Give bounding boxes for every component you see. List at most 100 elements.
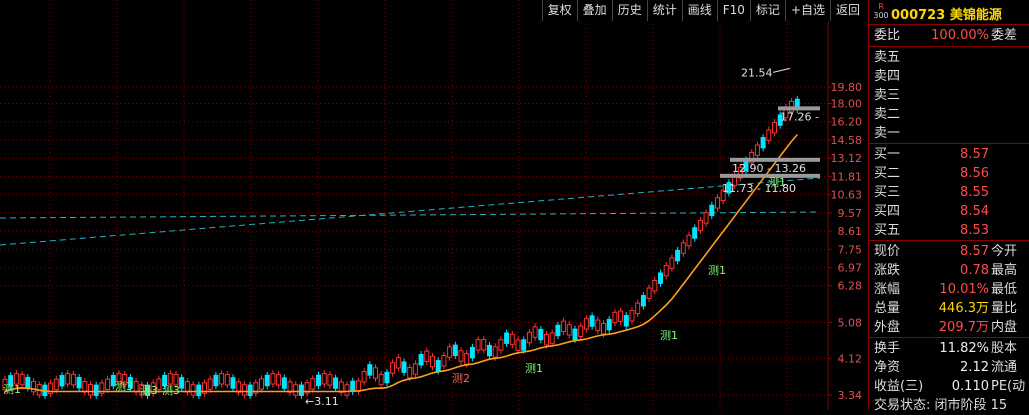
candle[interactable] [412, 360, 418, 378]
chart-tag[interactable]: 测3 [162, 384, 180, 397]
stock-title[interactable]: 000723 美锦能源 [891, 4, 1002, 23]
candle[interactable] [105, 375, 111, 394]
candle[interactable] [367, 361, 373, 379]
candle[interactable] [623, 312, 629, 330]
candle[interactable] [65, 370, 71, 388]
candle[interactable] [452, 341, 458, 360]
chart-tag[interactable]: 测1 [660, 329, 678, 342]
ask-row[interactable]: 卖四 [869, 67, 1029, 86]
candle[interactable] [196, 381, 202, 399]
candle[interactable] [333, 374, 339, 392]
candle[interactable] [663, 262, 669, 280]
chart-tag[interactable]: 测1 [3, 383, 21, 396]
candle[interactable] [504, 329, 510, 347]
chart-tag[interactable]: 测1 [525, 362, 543, 375]
f10-button[interactable]: F10 [716, 0, 750, 21]
candle[interactable] [715, 194, 720, 212]
candle[interactable] [241, 381, 247, 399]
candle[interactable] [532, 323, 538, 341]
bid-row[interactable]: 买三 8.55 [869, 183, 1029, 202]
candle[interactable] [635, 299, 641, 317]
mark-button[interactable]: 标记 [749, 0, 785, 21]
candle[interactable] [53, 375, 59, 394]
candle[interactable] [709, 201, 715, 220]
candle[interactable] [304, 379, 310, 397]
candle[interactable] [652, 277, 658, 295]
candle[interactable] [583, 315, 589, 333]
candle[interactable] [589, 312, 595, 330]
history-button[interactable]: 历史 [611, 0, 647, 21]
candle[interactable] [76, 374, 82, 392]
candle[interactable] [270, 370, 276, 388]
candle[interactable] [350, 377, 356, 396]
candle[interactable] [219, 370, 225, 388]
candle[interactable] [59, 372, 65, 390]
candle[interactable] [390, 359, 396, 377]
candle[interactable] [384, 368, 390, 387]
ask-row[interactable]: 卖三 [869, 86, 1029, 105]
bid-row[interactable]: 买四 8.54 [869, 202, 1029, 221]
add-watchlist-button[interactable]: +自选 [784, 0, 830, 21]
statistics-button[interactable]: 统计 [646, 0, 682, 21]
candle[interactable] [316, 371, 321, 390]
candle[interactable] [88, 381, 93, 399]
candle[interactable] [287, 378, 293, 396]
candle[interactable] [424, 347, 430, 366]
candle[interactable] [93, 381, 99, 400]
candle[interactable] [276, 371, 282, 389]
candle[interactable] [344, 381, 350, 399]
candle[interactable] [760, 134, 766, 152]
candle[interactable] [595, 316, 601, 334]
candle[interactable] [555, 321, 561, 340]
candle[interactable] [561, 317, 567, 336]
candle[interactable] [224, 371, 230, 389]
candle[interactable] [447, 343, 453, 361]
candle[interactable] [70, 370, 76, 389]
candle[interactable] [669, 254, 675, 272]
back-button[interactable]: 返回 [829, 0, 865, 21]
candle[interactable] [230, 374, 236, 392]
candle[interactable] [31, 377, 36, 396]
bid-row[interactable]: 买一 8.57 [869, 145, 1029, 164]
candle[interactable] [253, 379, 259, 397]
chart-tag[interactable]: 测1 [708, 264, 726, 277]
price-chart[interactable]: 17.26 -12.90 - 13.2611.73 - 11.80 19.801… [0, 0, 868, 410]
candle[interactable] [658, 269, 663, 287]
candle[interactable] [686, 231, 692, 250]
candle[interactable] [190, 381, 196, 399]
candle[interactable] [293, 381, 299, 399]
candle[interactable] [133, 378, 139, 396]
candle[interactable] [213, 371, 219, 390]
candle[interactable] [538, 325, 544, 344]
candle[interactable] [430, 352, 435, 371]
candle[interactable] [629, 307, 635, 325]
restore-rights-button[interactable]: 复权 [541, 0, 577, 21]
candle[interactable] [82, 378, 88, 396]
candle[interactable] [179, 374, 185, 392]
candle[interactable] [259, 375, 264, 393]
candle[interactable] [395, 354, 401, 372]
candle[interactable] [515, 336, 521, 354]
chart-tag[interactable]: 测3 [115, 380, 133, 393]
candle[interactable] [184, 378, 190, 396]
draw-line-button[interactable]: 画线 [681, 0, 717, 21]
candle[interactable] [509, 330, 515, 349]
candle[interactable] [418, 351, 424, 369]
candle[interactable] [578, 322, 584, 341]
candle[interactable] [640, 292, 646, 310]
candle[interactable] [202, 379, 207, 397]
candle[interactable] [606, 315, 612, 334]
candle[interactable] [680, 239, 686, 257]
candle[interactable] [361, 368, 367, 386]
candle[interactable] [566, 321, 572, 339]
chart-tag[interactable]: 测3 [140, 384, 158, 397]
candle[interactable] [373, 364, 378, 382]
candle[interactable] [697, 216, 703, 235]
candle[interactable] [236, 378, 242, 396]
ask-row[interactable]: 卖一 [869, 124, 1029, 143]
candle[interactable] [327, 371, 333, 389]
candle[interactable] [401, 358, 407, 376]
candle[interactable] [498, 336, 504, 354]
candle[interactable] [618, 307, 624, 325]
candle[interactable] [646, 284, 652, 302]
